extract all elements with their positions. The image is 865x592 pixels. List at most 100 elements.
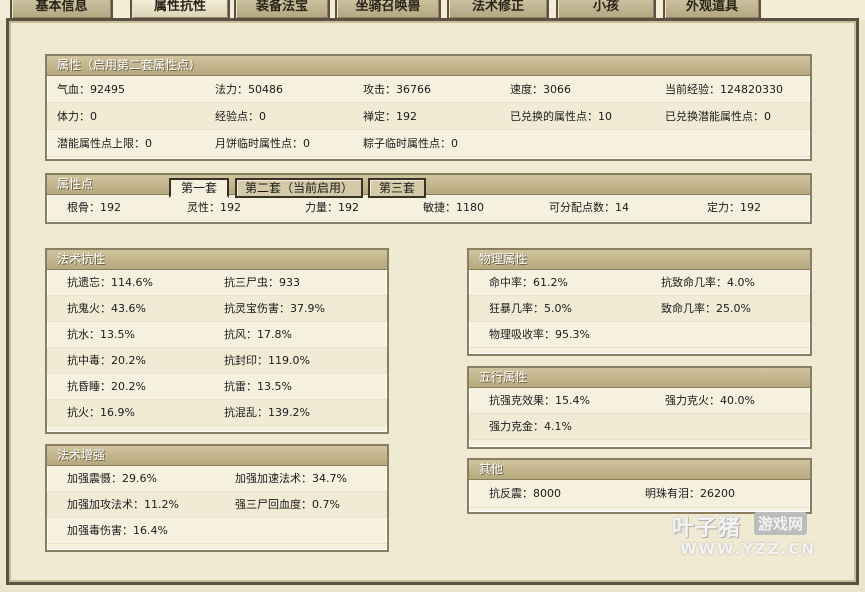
resist-label: 抗混乱： <box>224 406 268 419</box>
tab-3[interactable]: 坐骑召唤兽 <box>335 0 441 20</box>
attribute-value: 0 <box>303 137 310 150</box>
physical-label: 致命几率： <box>661 302 716 315</box>
resist-label: 抗鬼火： <box>67 302 111 315</box>
physical-label: 命中率： <box>489 276 533 289</box>
boost-value: 0.7% <box>312 498 340 511</box>
tab-1[interactable]: 属性抗性 <box>130 0 230 20</box>
other-item: 抗反震：8000 <box>489 480 561 508</box>
tab-2[interactable]: 装备法宝 <box>234 0 330 20</box>
physical-item: 命中率：61.2% <box>489 270 568 296</box>
attribute-item: 气血：92495 <box>57 76 125 103</box>
physical-value: 25.0% <box>716 302 751 315</box>
attributes-panel-title: 属性（启用第二套属性点） <box>47 56 810 76</box>
elements-title: 五行属性 <box>469 368 810 388</box>
tab-0[interactable]: 基本信息 <box>10 0 113 20</box>
attribute-row: 潜能属性点上限：0 月饼临时属性点：0 粽子临时属性点：0 <box>47 130 810 157</box>
attribute-item: 当前经验：124820330 <box>665 76 783 103</box>
points-value: 1180 <box>456 201 484 214</box>
attribute-value: 92495 <box>90 83 125 96</box>
physical-value: 5.0% <box>544 302 572 315</box>
boost-label: 加强毒伤害： <box>67 524 133 537</box>
boost-item: 加强加攻法术：11.2% <box>67 492 179 518</box>
attribute-value: 0 <box>145 137 152 150</box>
points-panel: 属性点 第一套 第二套（当前启用） 第三套 根骨：192 灵性：192 力量：192 敏捷… <box>45 173 812 224</box>
points-item: 可分配点数：14 <box>549 195 629 221</box>
points-label: 可分配点数： <box>549 201 615 214</box>
attribute-label: 粽子临时属性点： <box>363 137 451 150</box>
resist-value: 13.5% <box>257 380 292 393</box>
points-value: 192 <box>220 201 241 214</box>
resist-item: 抗雷：13.5% <box>224 374 292 400</box>
resist-row: 抗昏睡：20.2% 抗雷：13.5% <box>47 374 387 400</box>
boost-row: 加强震慑：29.6% 加强加速法术：34.7% <box>47 466 387 492</box>
points-value: 192 <box>740 201 761 214</box>
boost-item: 强三尸回血度：0.7% <box>235 492 340 518</box>
element-label: 抗强克效果： <box>489 394 555 407</box>
tab-5[interactable]: 小孩 <box>556 0 656 20</box>
attribute-label: 经验点： <box>215 110 259 123</box>
resist-label: 抗风： <box>224 328 257 341</box>
points-value: 192 <box>100 201 121 214</box>
attribute-item: 潜能属性点上限：0 <box>57 130 152 157</box>
tab-6[interactable]: 外观道具 <box>663 0 761 20</box>
element-label: 强力克火： <box>665 394 720 407</box>
attribute-value: 0 <box>764 110 771 123</box>
main-tabs: 基本信息 属性抗性 装备法宝 坐骑召唤兽 法术修正 小孩 外观道具 <box>0 0 865 20</box>
attribute-label: 禅定： <box>363 110 396 123</box>
attribute-item: 月饼临时属性点：0 <box>215 130 310 157</box>
attribute-value: 0 <box>90 110 97 123</box>
attribute-label: 当前经验： <box>665 83 720 96</box>
resist-label: 抗三尸虫： <box>224 276 279 289</box>
boost-label: 加强加攻法术： <box>67 498 144 511</box>
resist-value: 16.9% <box>100 406 135 419</box>
physical-item: 抗致命几率：4.0% <box>661 270 755 296</box>
watermark-logo: 叶子猪 游戏网 WWW.YZZ.CN <box>672 510 832 558</box>
resist-row: 抗水：13.5% 抗风：17.8% <box>47 322 387 348</box>
elements-panel: 五行属性 抗强克效果：15.4% 强力克火：40.0% 强力克金：4.1% <box>467 366 812 449</box>
attribute-label: 已兑换潜能属性点： <box>665 110 764 123</box>
physical-value: 95.3% <box>555 328 590 341</box>
boost-item: 加强毒伤害：16.4% <box>67 518 168 544</box>
attribute-item: 体力：0 <box>57 103 97 130</box>
element-item: 强力克火：40.0% <box>665 388 755 414</box>
resist-value: 17.8% <box>257 328 292 341</box>
resist-value: 139.2% <box>268 406 310 419</box>
physical-item: 物理吸收率：95.3% <box>489 322 590 348</box>
boost-label: 加强加速法术： <box>235 472 312 485</box>
resist-value: 13.5% <box>100 328 135 341</box>
magic-resist-title: 法术抗性 <box>47 250 387 270</box>
resist-row: 抗火：16.9% 抗混乱：139.2% <box>47 400 387 426</box>
element-row: 抗强克效果：15.4% 强力克火：40.0% <box>469 388 810 414</box>
resist-item: 抗混乱：139.2% <box>224 400 310 426</box>
attribute-label: 月饼临时属性点： <box>215 137 303 150</box>
physical-value: 4.0% <box>727 276 755 289</box>
physical-item: 狂暴几率：5.0% <box>489 296 572 322</box>
physical-item: 致命几率：25.0% <box>661 296 751 322</box>
magic-resist-panel: 法术抗性 抗遗忘：114.6% 抗三尸虫：933 抗鬼火：43.6% 抗灵宝伤害：37… <box>45 248 389 434</box>
resist-item: 抗三尸虫：933 <box>224 270 300 296</box>
tab-4[interactable]: 法术修正 <box>447 0 549 20</box>
attributes-panel: 属性（启用第二套属性点） 气血：92495 法力：50486 攻击：36766 速度：… <box>45 54 812 161</box>
physical-label: 抗致命几率： <box>661 276 727 289</box>
watermark-url: WWW.YZZ.CN <box>680 540 816 558</box>
points-label: 灵性： <box>187 201 220 214</box>
other-panel: 其他 抗反震：8000 明珠有泪：26200 <box>467 458 812 514</box>
main-frame: 属性（启用第二套属性点） 气血：92495 法力：50486 攻击：36766 速度：… <box>6 18 859 585</box>
other-item: 明珠有泪：26200 <box>645 480 735 508</box>
resist-item: 抗火：16.9% <box>67 400 135 426</box>
resist-item: 抗水：13.5% <box>67 322 135 348</box>
watermark-brand: 叶子猪 <box>672 516 742 541</box>
resist-item: 抗鬼火：43.6% <box>67 296 146 322</box>
resist-label: 抗封印： <box>224 354 268 367</box>
resist-value: 37.9% <box>290 302 325 315</box>
attribute-label: 潜能属性点上限： <box>57 137 145 150</box>
attribute-value: 3066 <box>543 83 571 96</box>
attribute-label: 体力： <box>57 110 90 123</box>
attribute-value: 50486 <box>248 83 283 96</box>
physical-row: 狂暴几率：5.0% 致命几率：25.0% <box>469 296 810 322</box>
element-value: 15.4% <box>555 394 590 407</box>
magic-boost-panel: 法术增强 加强震慑：29.6% 加强加速法术：34.7% 加强加攻法术：11.2% 强… <box>45 444 389 552</box>
physical-row: 物理吸收率：95.3% <box>469 322 810 348</box>
attribute-value: 36766 <box>396 83 431 96</box>
attribute-row: 气血：92495 法力：50486 攻击：36766 速度：3066 当前经验：1248… <box>47 76 810 103</box>
